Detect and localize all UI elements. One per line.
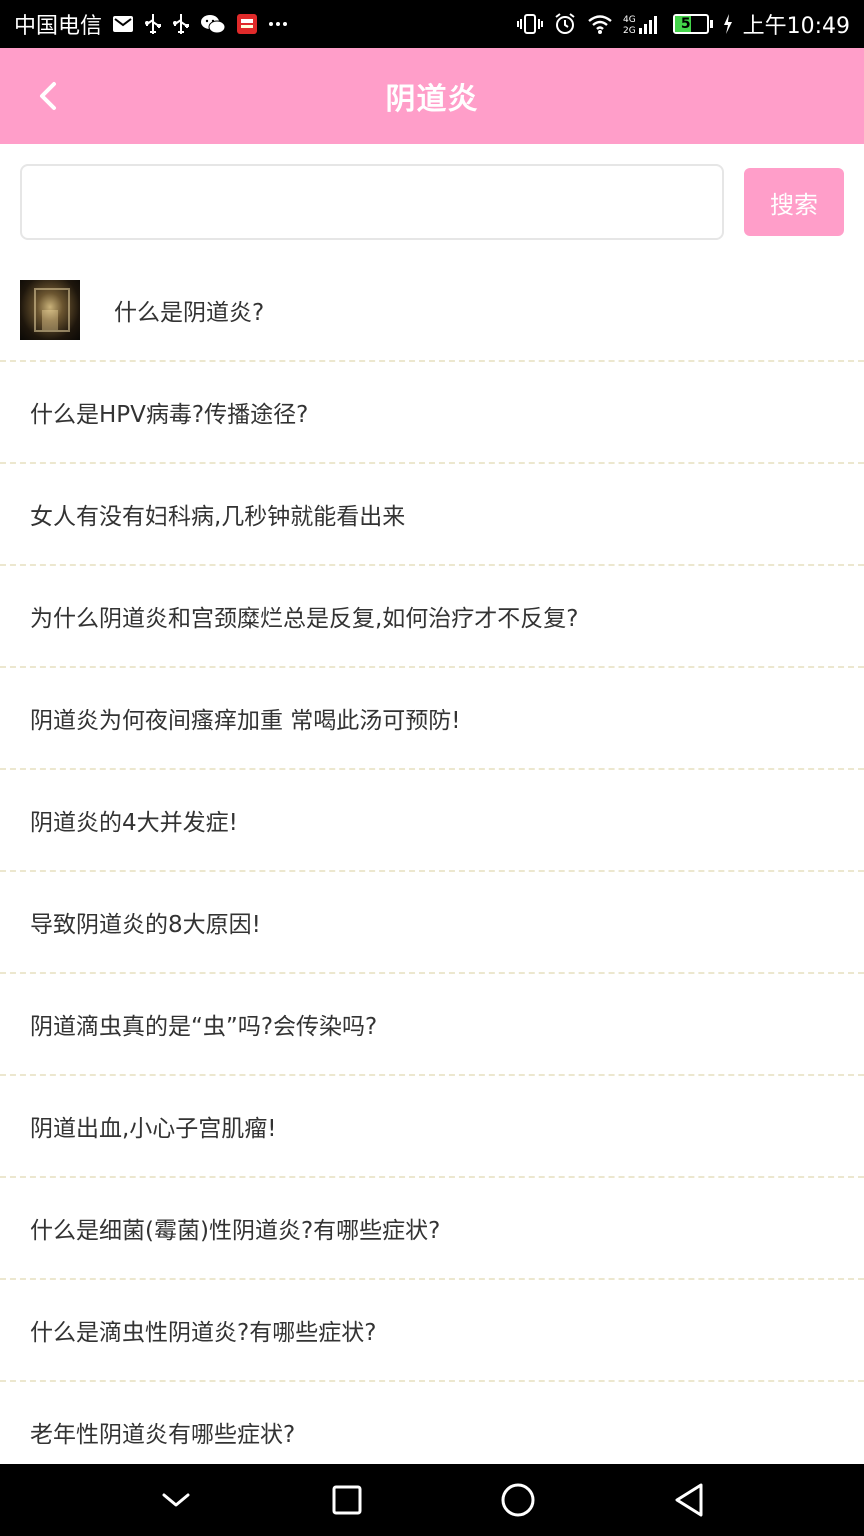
wifi-icon: [587, 13, 613, 35]
list-item[interactable]: 什么是阴道炎?: [0, 260, 864, 362]
list-item[interactable]: 导致阴道炎的8大原因!: [0, 872, 864, 974]
article-title: 什么是阴道炎?: [114, 300, 265, 326]
search-button[interactable]: 搜索: [744, 168, 844, 236]
list-item[interactable]: 什么是细菌(霉菌)性阴道炎?有哪些症状?: [0, 1178, 864, 1280]
signal-4g-icon: 4G 2G: [623, 12, 663, 36]
article-list: 什么是阴道炎? 什么是HPV病毒?传播途径? 女人有没有妇科病,几秒钟就能看出来为什…: [0, 260, 864, 1484]
wechat-icon: [200, 13, 226, 35]
list-item[interactable]: 什么是滴虫性阴道炎?有哪些症状?: [0, 1280, 864, 1382]
app-header: 阴道炎: [0, 48, 864, 144]
nav-recents-icon: [332, 1485, 361, 1515]
status-right: 4G 2G 52 上午10:49: [516, 8, 850, 40]
status-bar: 中国电信 4G 2G 52 上午10:49: [0, 0, 864, 48]
alarm-icon: [553, 12, 577, 36]
article-title: 什么是细菌(霉菌)性阴道炎?有哪些症状?: [30, 1218, 441, 1244]
article-thumbnail: [20, 280, 80, 340]
nav-home-icon: [501, 1483, 534, 1517]
article-title: 阴道炎的4大并发症!: [30, 810, 238, 836]
usb-icon: [172, 12, 190, 36]
system-nav-bar: [0, 1464, 864, 1536]
article-title: 阴道滴虫真的是“虫”吗?会传染吗?: [30, 1014, 378, 1040]
nav-back-button[interactable]: [659, 1470, 719, 1530]
article-title: 阴道炎为何夜间瘙痒加重 常喝此汤可预防!: [30, 708, 461, 734]
article-title: 女人有没有妇科病,几秒钟就能看出来: [30, 504, 406, 530]
mail-icon: [112, 14, 134, 34]
article-title: 老年性阴道炎有哪些症状?: [30, 1422, 296, 1448]
app-notification-icon: [236, 13, 258, 35]
back-button[interactable]: [24, 72, 72, 120]
charging-icon: [723, 14, 733, 34]
list-item[interactable]: 什么是HPV病毒?传播途径?: [0, 362, 864, 464]
nav-back-icon: [675, 1483, 702, 1517]
usb-icon: [144, 12, 162, 36]
list-item[interactable]: 女人有没有妇科病,几秒钟就能看出来: [0, 464, 864, 566]
search-row: 搜索: [0, 144, 864, 260]
clock-time: 上午10:49: [742, 14, 850, 39]
nav-home-button[interactable]: [488, 1470, 548, 1530]
list-item[interactable]: 阴道炎的4大并发症!: [0, 770, 864, 872]
svg-text:2G: 2G: [623, 26, 636, 36]
nav-collapse-button[interactable]: [146, 1470, 206, 1530]
list-item[interactable]: 阴道出血,小心子宫肌瘤!: [0, 1076, 864, 1178]
chevron-left-icon: [40, 82, 56, 110]
list-item[interactable]: 阴道滴虫真的是“虫”吗?会传染吗?: [0, 974, 864, 1076]
article-title: 为什么阴道炎和宫颈糜烂总是反复,如何治疗才不反复?: [30, 606, 579, 632]
battery-icon: 52: [672, 14, 713, 34]
list-item[interactable]: 阴道炎为何夜间瘙痒加重 常喝此汤可预防!: [0, 668, 864, 770]
list-item[interactable]: 为什么阴道炎和宫颈糜烂总是反复,如何治疗才不反复?: [0, 566, 864, 668]
article-title: 什么是HPV病毒?传播途径?: [30, 402, 309, 428]
nav-collapse-icon: [162, 1493, 189, 1507]
article-title: 导致阴道炎的8大原因!: [30, 912, 261, 938]
nav-recents-button[interactable]: [317, 1470, 377, 1530]
page-title: 阴道炎: [385, 82, 479, 117]
more-dots-icon: [268, 20, 288, 28]
vibrate-icon: [516, 13, 543, 35]
status-left: 中国电信: [14, 8, 288, 40]
battery-body: 52: [672, 14, 709, 34]
search-input[interactable]: [20, 164, 724, 240]
article-title: 什么是滴虫性阴道炎?有哪些症状?: [30, 1320, 377, 1346]
article-title: 阴道出血,小心子宫肌瘤!: [30, 1116, 277, 1142]
battery-level: 52: [680, 16, 701, 32]
svg-text:4G: 4G: [623, 15, 636, 25]
battery-tip: [709, 20, 713, 28]
carrier-label: 中国电信: [14, 14, 103, 39]
